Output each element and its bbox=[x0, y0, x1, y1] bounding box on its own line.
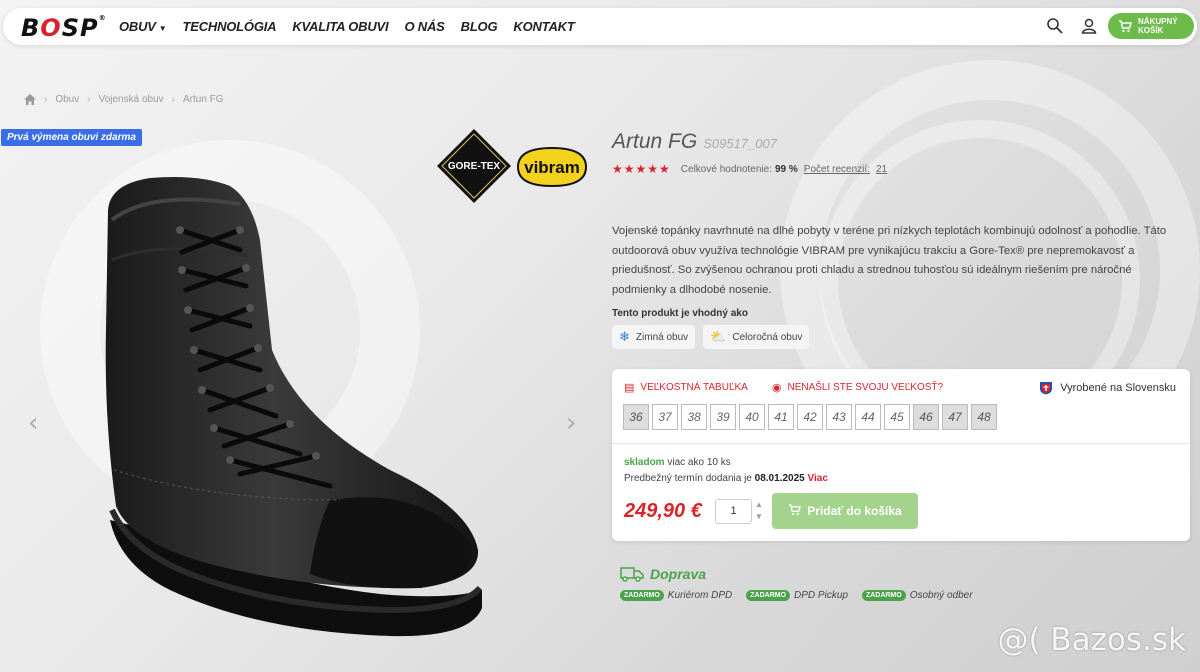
nav-technologia[interactable]: TECHNOLÓGIA bbox=[182, 19, 276, 34]
delivery-more-link[interactable]: Viac bbox=[807, 473, 827, 484]
size-links: ▤ VEĽKOSTNÁ TABUĽKA ◉ NENAŠLI STE SVOJU … bbox=[624, 381, 967, 394]
product-image[interactable] bbox=[90, 170, 490, 650]
cart-button[interactable]: NÁKUPNÝ KOŠÍK bbox=[1108, 13, 1194, 39]
shipping-option: ZADARMO DPD Pickup bbox=[746, 590, 848, 601]
breadcrumb-item-obuv[interactable]: Obuv bbox=[55, 94, 79, 105]
size-option: 46 bbox=[913, 404, 939, 430]
table-icon: ▤ bbox=[624, 382, 635, 394]
brand-logo[interactable]: BOSP® bbox=[21, 14, 107, 42]
image-prev-arrow[interactable]: ‹ bbox=[28, 408, 38, 438]
reviews-link[interactable]: Počet recenzií: bbox=[804, 164, 870, 175]
chevron-down-icon[interactable]: ▼ bbox=[755, 511, 763, 523]
size-option[interactable]: 44 bbox=[855, 404, 881, 430]
rating-stars: ★★★★★ bbox=[612, 162, 671, 176]
size-option: 47 bbox=[942, 404, 968, 430]
suitable-chips: ❄ Zimná obuv ⛅ Celoročná obuv bbox=[612, 325, 810, 349]
stock-status: skladom bbox=[624, 457, 665, 468]
size-option[interactable]: 40 bbox=[739, 404, 765, 430]
nav-kvalita-obuvi[interactable]: KVALITA OBUVI bbox=[292, 19, 388, 34]
find-size-link[interactable]: ◉ NENAŠLI STE SVOJU VEĽKOSŤ? bbox=[772, 381, 955, 394]
truck-icon bbox=[620, 567, 644, 582]
cart-icon bbox=[788, 503, 802, 519]
size-option: 48 bbox=[971, 404, 997, 430]
size-option: 36 bbox=[623, 404, 649, 430]
delivery-info: Predbežný termín dodania je 08.01.2025 V… bbox=[624, 473, 828, 484]
reviews-count[interactable]: 21 bbox=[876, 164, 887, 175]
nav-blog[interactable]: BLOG bbox=[461, 19, 498, 34]
site-header: BOSP® OBUV ▼ TECHNOLÓGIA KVALITA OBUVI O … bbox=[3, 8, 1197, 45]
divider bbox=[612, 443, 1190, 444]
delivery-date: 08.01.2025 bbox=[754, 473, 805, 484]
size-selector: 36 37 38 39 40 41 42 43 44 45 46 47 48 bbox=[623, 404, 997, 430]
promo-badge: Prvá výmena obuvi zdarma bbox=[1, 129, 142, 146]
cart-label: NÁKUPNÝ KOŠÍK bbox=[1138, 17, 1178, 35]
vibram-logo: vibram bbox=[516, 146, 588, 188]
nav-kontakt[interactable]: KONTAKT bbox=[513, 19, 574, 34]
slovakia-flag-icon bbox=[1040, 382, 1053, 395]
size-option[interactable]: 41 bbox=[768, 404, 794, 430]
shipping-options: ZADARMO Kuriérom DPD ZADARMO DPD Pickup … bbox=[620, 590, 987, 601]
search-icon[interactable] bbox=[1046, 17, 1064, 35]
size-option[interactable]: 43 bbox=[826, 404, 852, 430]
product-title: Artun FG S09517_007 bbox=[612, 130, 777, 153]
vibram-logo-text: vibram bbox=[524, 158, 580, 177]
size-option[interactable]: 45 bbox=[884, 404, 910, 430]
shipping-option: ZADARMO Osobný odber bbox=[861, 590, 973, 601]
user-icon[interactable] bbox=[1080, 17, 1098, 35]
suitable-title: Tento produkt je vhodný ako bbox=[612, 308, 748, 319]
nav-obuv[interactable]: OBUV ▼ bbox=[119, 19, 167, 34]
stock-qty: viac ako 10 ks bbox=[667, 457, 731, 468]
chevron-right-icon: › bbox=[171, 94, 175, 105]
product-code: S09517_007 bbox=[703, 136, 777, 151]
size-option[interactable]: 42 bbox=[797, 404, 823, 430]
quantity-stepper[interactable]: ▲ ▼ bbox=[755, 499, 763, 523]
weather-icon: ⛅ bbox=[710, 329, 727, 344]
size-option[interactable]: 37 bbox=[652, 404, 678, 430]
shipping-option: ZADARMO Kuriérom DPD bbox=[620, 590, 732, 601]
home-icon[interactable] bbox=[24, 94, 36, 105]
chevron-right-icon: › bbox=[87, 94, 91, 105]
breadcrumb-item-current: Artun FG bbox=[183, 94, 224, 105]
nav-o-nas[interactable]: O NÁS bbox=[404, 19, 444, 34]
size-option[interactable]: 38 bbox=[681, 404, 707, 430]
free-badge: ZADARMO bbox=[861, 590, 906, 601]
cart-icon bbox=[1119, 19, 1132, 32]
main-nav: OBUV ▼ TECHNOLÓGIA KVALITA OBUVI O NÁS BL… bbox=[119, 19, 591, 34]
watermark: @( Bazos.sk bbox=[997, 622, 1186, 658]
chevron-down-icon: ▼ bbox=[158, 24, 167, 33]
rating-row: ★★★★★ Celkové hodnotenie: 99 % Počet rec… bbox=[612, 162, 888, 176]
snowflake-icon: ❄ bbox=[619, 329, 630, 344]
size-table-link[interactable]: ▤ VEĽKOSTNÁ TABUĽKA bbox=[624, 381, 760, 394]
free-badge: ZADARMO bbox=[746, 590, 791, 601]
breadcrumb-item-vojenska-obuv[interactable]: Vojenská obuv bbox=[99, 94, 164, 105]
product-description: Vojenské topánky navrhnuté na dlhé pobyt… bbox=[612, 225, 1167, 296]
stock-info: skladom viac ako 10 ks bbox=[624, 457, 731, 468]
chip-winter[interactable]: ❄ Zimná obuv bbox=[612, 325, 696, 349]
shipping-title: Doprava bbox=[620, 566, 706, 582]
image-next-arrow[interactable]: › bbox=[566, 408, 576, 438]
chevron-up-icon[interactable]: ▲ bbox=[755, 499, 763, 511]
free-badge: ZADARMO bbox=[620, 590, 664, 601]
made-in-slovakia: Vyrobené na Slovensku bbox=[1038, 381, 1176, 395]
product-price: 249,90 € bbox=[624, 500, 702, 522]
buy-box: ▤ VEĽKOSTNÁ TABUĽKA ◉ NENAŠLI STE SVOJU … bbox=[612, 369, 1190, 541]
breadcrumb: › Obuv › Vojenská obuv › Artun FG bbox=[24, 94, 224, 105]
size-option[interactable]: 39 bbox=[710, 404, 736, 430]
chevron-right-icon: › bbox=[44, 94, 48, 105]
quantity-input[interactable]: 1 bbox=[715, 499, 752, 524]
add-to-cart-button[interactable]: Pridať do košíka bbox=[772, 493, 918, 529]
eye-icon: ◉ bbox=[771, 382, 782, 394]
chip-all-season[interactable]: ⛅ Celoročná obuv bbox=[703, 325, 810, 349]
